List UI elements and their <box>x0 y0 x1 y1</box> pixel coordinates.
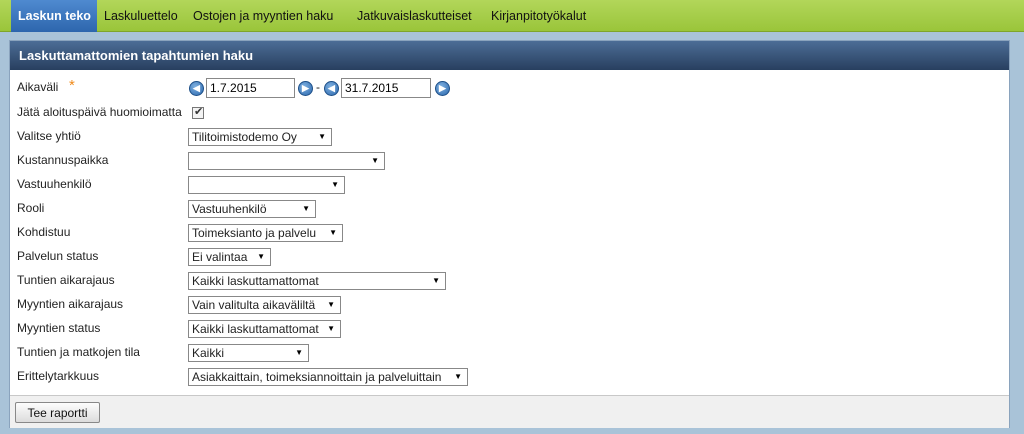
tab-laskuluettelo[interactable]: Laskuluettelo <box>104 0 178 32</box>
checkmark-icon: ✔ <box>194 106 204 118</box>
sales-time-limit-value: Vain valitulta aikaväliltä <box>192 298 316 312</box>
search-form: Aikaväli * ◀ ▶ - ◀ ▶ Jätä aloituspäivä h… <box>10 70 1009 395</box>
company-label: Valitse yhtiö <box>17 129 81 143</box>
chevron-down-icon: ▼ <box>295 348 303 357</box>
chevron-down-icon: ▼ <box>371 156 379 165</box>
create-report-button[interactable]: Tee raportti <box>15 402 100 423</box>
ignore-start-checkbox[interactable]: ✔ <box>192 106 204 119</box>
period-label: Aikaväli <box>17 80 59 94</box>
itemization-label: Erittelytarkkuus <box>17 369 100 383</box>
search-panel: Laskuttamattomien tapahtumien haku Aikav… <box>9 40 1010 428</box>
chevron-down-icon: ▼ <box>327 324 335 333</box>
start-date-input[interactable] <box>206 78 295 98</box>
hours-travel-state-label: Tuntien ja matkojen tila <box>17 345 140 359</box>
end-date-input[interactable] <box>341 78 431 98</box>
sales-status-label: Myyntien status <box>17 321 101 335</box>
sales-time-limit-label: Myyntien aikarajaus <box>17 297 124 311</box>
chevron-down-icon: ▼ <box>432 276 440 285</box>
chevron-down-icon: ▼ <box>302 204 310 213</box>
arrow-right-circle-icon[interactable]: ▶ <box>298 81 313 96</box>
tab-ostojen-ja-myyntien-haku[interactable]: Ostojen ja myyntien haku <box>193 0 333 32</box>
chevron-down-icon: ▼ <box>327 300 335 309</box>
company-select[interactable]: Tilitoimistodemo Oy ▼ <box>188 128 332 146</box>
hours-time-limit-label: Tuntien aikarajaus <box>17 273 115 287</box>
required-star: * <box>69 77 75 94</box>
hours-travel-state-value: Kaikki <box>192 346 225 360</box>
role-value: Vastuuhenkilö <box>192 202 267 216</box>
hours-travel-state-select[interactable]: Kaikki ▼ <box>188 344 309 362</box>
chevron-down-icon: ▼ <box>329 228 337 237</box>
role-label: Rooli <box>17 201 45 215</box>
cost-center-label: Kustannuspaikka <box>17 153 109 167</box>
target-select[interactable]: Toimeksianto ja palvelu ▼ <box>188 224 343 242</box>
service-status-value: Ei valintaa <box>192 250 248 264</box>
service-status-select[interactable]: Ei valintaa ▼ <box>188 248 271 266</box>
company-value: Tilitoimistodemo Oy <box>192 130 297 144</box>
tab-laskun-teko[interactable]: Laskun teko <box>11 0 97 32</box>
hours-time-limit-value: Kaikki laskuttamattomat <box>192 274 319 288</box>
tab-kirjanpitotyokalut[interactable]: Kirjanpitotyökalut <box>491 0 586 32</box>
arrow-left-circle-icon[interactable]: ◀ <box>324 81 339 96</box>
sales-time-limit-select[interactable]: Vain valitulta aikaväliltä ▼ <box>188 296 341 314</box>
hours-time-limit-select[interactable]: Kaikki laskuttamattomat ▼ <box>188 272 446 290</box>
target-label: Kohdistuu <box>17 225 71 239</box>
panel-title: Laskuttamattomien tapahtumien haku <box>10 41 1009 70</box>
panel-footer: Tee raportti <box>10 395 1009 428</box>
role-select[interactable]: Vastuuhenkilö ▼ <box>188 200 316 218</box>
chevron-down-icon: ▼ <box>257 252 265 261</box>
itemization-select[interactable]: Asiakkaittain, toimeksiannoittain ja pal… <box>188 368 468 386</box>
chevron-down-icon: ▼ <box>454 372 462 381</box>
responsible-person-select[interactable]: ▼ <box>188 176 345 194</box>
sales-status-value: Kaikki laskuttamattomat <box>192 322 319 336</box>
chevron-down-icon: ▼ <box>318 132 326 141</box>
chevron-down-icon: ▼ <box>331 180 339 189</box>
service-status-label: Palvelun status <box>17 249 99 263</box>
target-value: Toimeksianto ja palvelu <box>192 226 317 240</box>
arrow-right-circle-icon[interactable]: ▶ <box>435 81 450 96</box>
arrow-left-circle-icon[interactable]: ◀ <box>189 81 204 96</box>
ignore-start-label: Jätä aloituspäivä huomioimatta <box>17 105 182 119</box>
cost-center-select[interactable]: ▼ <box>188 152 385 170</box>
period-separator: - <box>316 80 320 94</box>
top-navigation-bar: Laskun teko Laskuluettelo Ostojen ja myy… <box>0 0 1024 32</box>
sales-status-select[interactable]: Kaikki laskuttamattomat ▼ <box>188 320 341 338</box>
responsible-person-label: Vastuuhenkilö <box>17 177 92 191</box>
tab-jatkuvaislaskutteiset[interactable]: Jatkuvaislaskutteiset <box>357 0 472 32</box>
itemization-value: Asiakkaittain, toimeksiannoittain ja pal… <box>192 370 442 384</box>
